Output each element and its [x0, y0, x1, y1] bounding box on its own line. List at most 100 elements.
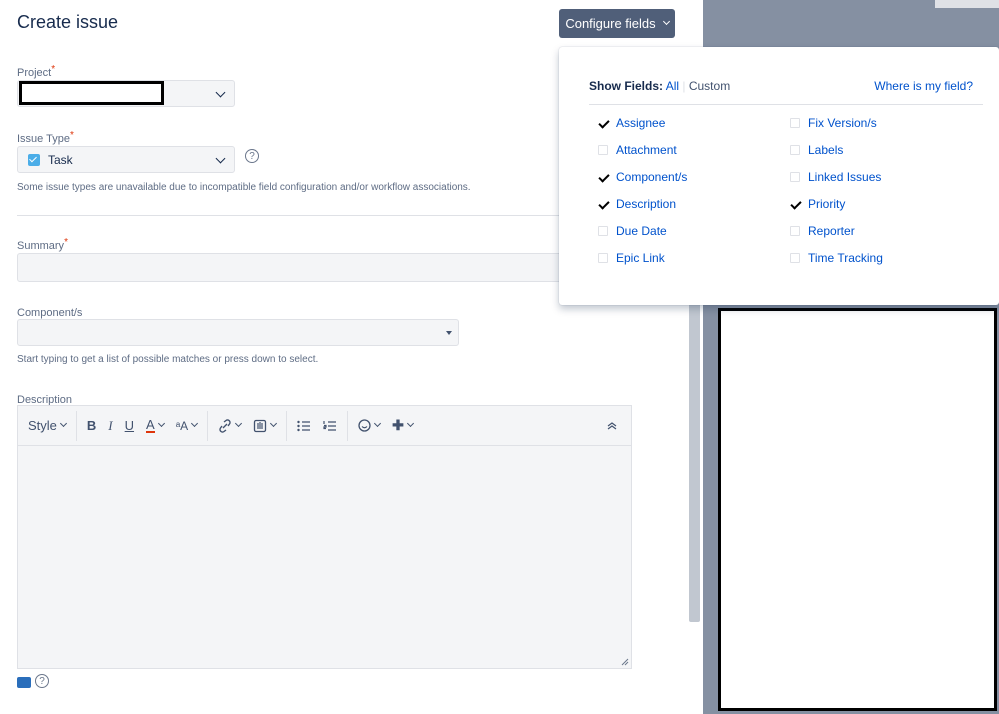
attachment-button[interactable]	[247, 419, 282, 433]
redacted-project	[19, 81, 164, 105]
issue-type-label: Issue Type*	[17, 130, 74, 145]
text-color-button[interactable]: A	[140, 418, 170, 433]
font-size-button[interactable]: ᵃA	[170, 419, 203, 433]
field-checkbox[interactable]	[598, 172, 608, 182]
field-option[interactable]: Attachment	[598, 143, 677, 157]
description-editor[interactable]	[17, 445, 632, 669]
field-option[interactable]: Linked Issues	[790, 170, 881, 184]
underline-button[interactable]: U	[119, 418, 140, 433]
field-option-label: Attachment	[616, 143, 677, 157]
field-option-label: Epic Link	[616, 251, 665, 265]
attachment-icon	[254, 419, 267, 432]
field-checkbox[interactable]	[598, 253, 608, 263]
background-panel-strip	[935, 0, 999, 8]
field-option[interactable]: Description	[598, 197, 676, 211]
field-option[interactable]: Fix Version/s	[790, 116, 877, 130]
issue-type-hint: Some issue types are unavailable due to …	[17, 182, 471, 193]
where-is-my-field-link[interactable]: Where is my field?	[874, 79, 973, 93]
field-option[interactable]: Time Tracking	[790, 251, 883, 265]
configure-fields-popup: Show Fields: All | Custom Where is my fi…	[559, 47, 999, 305]
field-checkbox[interactable]	[598, 226, 608, 236]
link-button[interactable]	[212, 418, 247, 433]
numbered-list-icon	[323, 420, 337, 431]
help-icon[interactable]: ?	[245, 149, 259, 163]
editor-toolbar: Style B I U A ᵃA ✚	[17, 405, 632, 445]
field-option-label: Labels	[808, 143, 844, 157]
divider	[17, 215, 577, 216]
chevron-down-icon	[662, 17, 670, 26]
field-option-label: Due Date	[616, 224, 667, 238]
configure-fields-button[interactable]: Configure fields	[559, 9, 675, 38]
components-hint: Start typing to get a list of possible m…	[17, 354, 319, 365]
project-label-text: Project	[17, 67, 52, 79]
summary-input[interactable]	[17, 253, 577, 282]
required-mark: *	[70, 130, 74, 141]
required-mark: *	[64, 237, 68, 248]
components-label: Component/s	[17, 307, 83, 319]
chevron-down-icon	[270, 419, 278, 428]
bullet-list-button[interactable]	[291, 420, 317, 432]
field-option[interactable]: Due Date	[598, 224, 667, 238]
field-option-label: Description	[616, 197, 677, 211]
popup-divider	[589, 104, 983, 105]
issue-type-select[interactable]: Task	[17, 146, 235, 173]
text-color-icon: A	[146, 417, 155, 433]
redacted-area	[718, 308, 997, 711]
field-checkbox[interactable]	[790, 118, 800, 128]
task-icon	[28, 154, 40, 166]
summary-label-text: Summary	[17, 240, 65, 252]
dialog-title: Create issue	[17, 12, 119, 32]
field-option[interactable]: Reporter	[790, 224, 855, 238]
dropdown-arrow-icon	[446, 331, 452, 335]
field-option-label: Fix Version/s	[808, 116, 877, 130]
field-checkbox[interactable]	[790, 172, 800, 182]
issue-type-value: Task	[48, 153, 73, 167]
chevron-down-icon	[191, 419, 199, 428]
scrollbar[interactable]	[689, 300, 700, 622]
required-mark: *	[51, 64, 56, 75]
chevron-down-icon	[406, 419, 414, 428]
show-fields-label: Show Fields:	[589, 79, 664, 93]
show-custom-link[interactable]: Custom	[689, 79, 730, 93]
field-checkbox[interactable]	[598, 118, 608, 128]
summary-label: Summary*	[17, 237, 68, 252]
show-all-link[interactable]: All	[666, 79, 679, 93]
bullet-list-icon	[297, 420, 311, 431]
field-checkbox[interactable]	[790, 199, 800, 209]
style-dropdown[interactable]: Style	[18, 418, 72, 433]
font-size-icon: ᵃA	[175, 418, 189, 433]
show-fields-header: Show Fields: All | Custom	[589, 79, 731, 93]
field-option[interactable]: Labels	[790, 143, 843, 157]
field-checkbox[interactable]	[598, 199, 608, 209]
link-icon	[219, 418, 231, 433]
keyboard-icon[interactable]	[17, 677, 31, 688]
project-label: Project*	[17, 64, 56, 79]
field-option-label: Time Tracking	[808, 251, 883, 265]
field-option-label: Linked Issues	[808, 170, 882, 184]
configure-fields-label: Configure fields	[565, 16, 656, 31]
collapse-toolbar-button[interactable]	[601, 421, 623, 430]
field-option[interactable]: Component/s	[598, 170, 687, 184]
field-option[interactable]: Priority	[790, 197, 845, 211]
field-option-label: Reporter	[808, 224, 855, 238]
bold-button[interactable]: B	[81, 418, 102, 433]
field-option-label: Assignee	[616, 116, 666, 130]
field-checkbox[interactable]	[790, 226, 800, 236]
field-option[interactable]: Epic Link	[598, 251, 665, 265]
italic-button[interactable]: I	[102, 418, 118, 434]
insert-more-button[interactable]: ✚	[386, 417, 419, 434]
resize-handle-icon[interactable]	[621, 658, 629, 666]
emoji-button[interactable]	[352, 419, 386, 432]
field-checkbox[interactable]	[598, 145, 608, 155]
chevron-down-icon	[374, 419, 382, 428]
field-option[interactable]: Assignee	[598, 116, 665, 130]
numbered-list-button[interactable]	[317, 420, 343, 432]
help-icon[interactable]: ?	[35, 674, 49, 688]
chevron-down-icon	[215, 87, 226, 98]
issue-type-label-text: Issue Type	[17, 133, 70, 145]
collapse-icon	[607, 421, 617, 429]
field-option-label: Component/s	[616, 170, 688, 184]
components-input[interactable]	[17, 319, 459, 346]
field-checkbox[interactable]	[790, 253, 800, 263]
field-checkbox[interactable]	[790, 145, 800, 155]
